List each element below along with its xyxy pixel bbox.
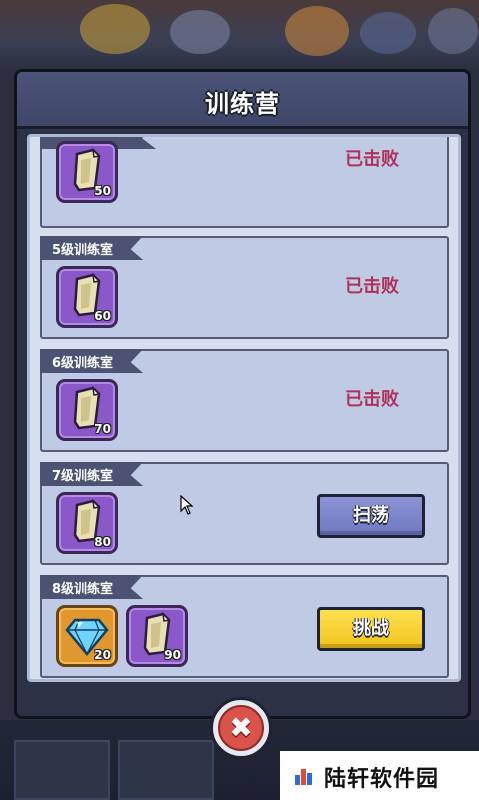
reward-slot[interactable]: 50 (56, 141, 118, 203)
defeated-status: 已击败 (345, 276, 399, 297)
room-label: 5级训练室 (40, 236, 144, 260)
reward-slot[interactable]: 60 (56, 266, 118, 328)
reward-slot[interactable]: 20 (56, 605, 118, 667)
reward-slot[interactable]: 70 (56, 379, 118, 441)
reward-count: 20 (94, 648, 111, 662)
background-character (285, 6, 349, 56)
watermark-text: 陆轩软件园 (324, 767, 440, 792)
reward-slot[interactable]: 80 (56, 492, 118, 554)
close-icon: ✖ (229, 711, 253, 744)
background-character (428, 8, 478, 54)
sweep-button[interactable]: 扫荡 (317, 494, 425, 538)
defeated-status: 已击败 (345, 149, 399, 170)
reward-count: 90 (164, 648, 181, 662)
background-character (360, 12, 416, 54)
watermark: 陆轩软件园 (280, 751, 479, 800)
defeated-status: 已击败 (345, 389, 399, 410)
training-camp-modal: 训练营 50 已击败 5级训练室 60 已击败 6级训练室 70 已击败 7级训… (14, 69, 471, 719)
background-character (170, 10, 230, 54)
room-card: 7级训练室 80 扫荡 (40, 462, 449, 565)
room-card: 8级训练室 20 90 挑战 (40, 575, 449, 678)
watermark-logo-icon (295, 769, 312, 785)
background-tile (14, 740, 110, 800)
reward-count: 80 (94, 535, 111, 549)
reward-count: 50 (94, 184, 111, 198)
room-card: 5级训练室 60 已击败 (40, 236, 449, 339)
reward-count: 60 (94, 309, 111, 323)
reward-count: 70 (94, 422, 111, 436)
close-button-face: ✖ (218, 705, 264, 751)
modal-header: 训练营 (17, 72, 468, 129)
room-label: 8级训练室 (40, 575, 144, 599)
room-label: 7级训练室 (40, 462, 144, 486)
reward-slot[interactable]: 90 (126, 605, 188, 667)
modal-title: 训练营 (205, 90, 280, 118)
room-list[interactable]: 50 已击败 5级训练室 60 已击败 6级训练室 70 已击败 7级训练室 8… (27, 134, 461, 682)
challenge-button[interactable]: 挑战 (317, 607, 425, 651)
room-card: 50 已击败 (40, 137, 449, 228)
mouse-cursor-icon (180, 495, 194, 515)
room-card: 6级训练室 70 已击败 (40, 349, 449, 452)
background-tile (118, 740, 214, 800)
room-label: 6级训练室 (40, 349, 144, 373)
close-button[interactable]: ✖ (210, 697, 272, 759)
background-character (80, 4, 150, 54)
